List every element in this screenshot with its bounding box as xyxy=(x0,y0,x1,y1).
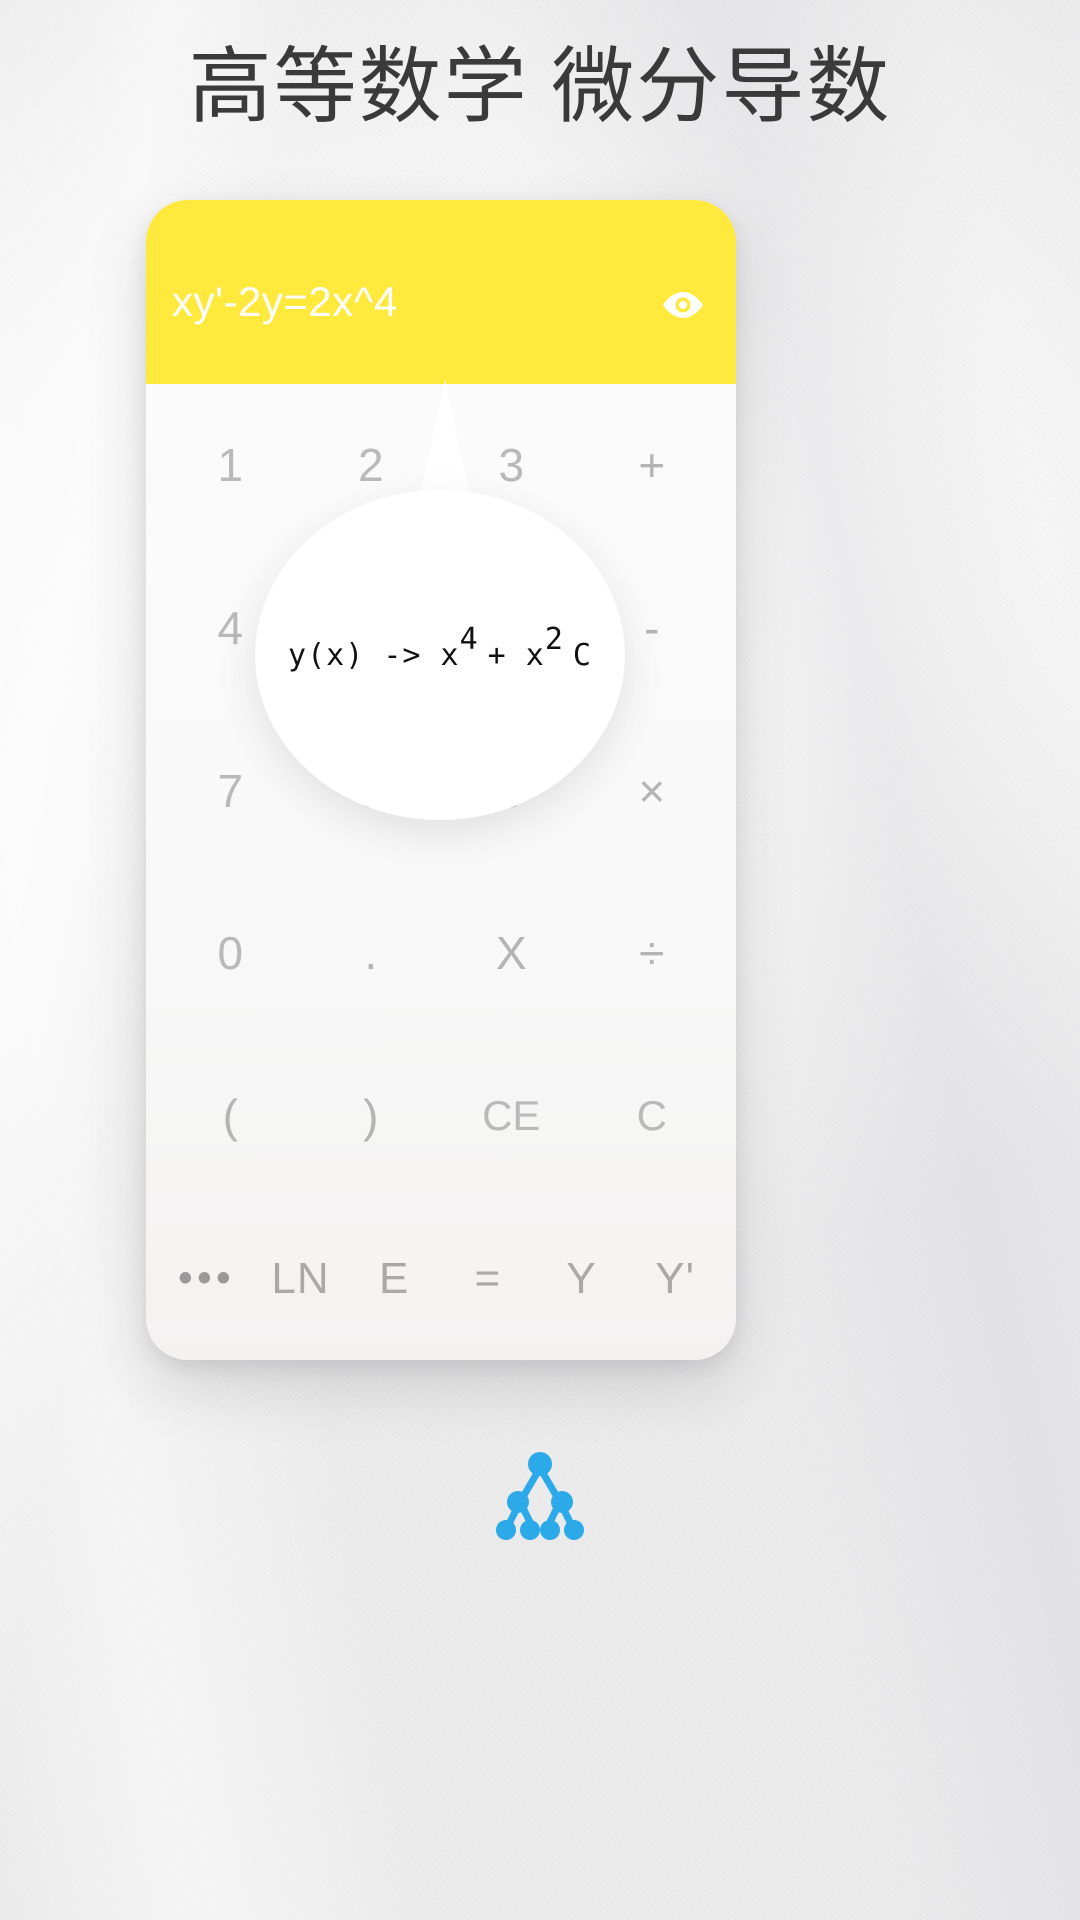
key-clear-entry[interactable]: CE xyxy=(441,1035,582,1198)
molecule-tree-logo xyxy=(480,1440,600,1550)
page-title: 高等数学 微分导数 xyxy=(188,41,892,133)
key-1[interactable]: 1 xyxy=(160,384,301,547)
key-open-paren[interactable]: ( xyxy=(160,1035,301,1198)
calculator-keypad: 1 2 3 + 4 5 6 - 7 8 9 × 0 . X ÷ ( ) CE C… xyxy=(146,384,736,1360)
key-6[interactable]: 6 xyxy=(441,547,582,710)
key-minus[interactable]: - xyxy=(582,547,723,710)
calculator-card: xy'-2y=2x^4 1 2 3 + 4 5 6 - 7 8 9 × 0 . … xyxy=(146,200,736,1360)
key-plus[interactable]: + xyxy=(582,384,723,547)
function-key-row: ••• LN E = Y Y' xyxy=(160,1197,722,1360)
equation-bar: xy'-2y=2x^4 xyxy=(146,200,736,384)
eye-icon[interactable] xyxy=(656,278,710,332)
key-variable-y[interactable]: Y xyxy=(535,1197,629,1360)
key-5[interactable]: 5 xyxy=(301,547,442,710)
key-close-paren[interactable]: ) xyxy=(301,1035,442,1198)
key-2[interactable]: 2 xyxy=(301,384,442,547)
key-variable-x[interactable]: X xyxy=(441,872,582,1035)
key-4[interactable]: 4 xyxy=(160,547,301,710)
key-e[interactable]: E xyxy=(347,1197,441,1360)
key-9[interactable]: 9 xyxy=(441,709,582,872)
key-ln[interactable]: LN xyxy=(254,1197,348,1360)
key-more-options[interactable]: ••• xyxy=(160,1197,254,1360)
equation-input[interactable]: xy'-2y=2x^4 xyxy=(172,278,656,326)
key-7[interactable]: 7 xyxy=(160,709,301,872)
key-8[interactable]: 8 xyxy=(301,709,442,872)
key-y-prime[interactable]: Y' xyxy=(628,1197,722,1360)
key-decimal[interactable]: . xyxy=(301,872,442,1035)
key-multiply[interactable]: × xyxy=(582,709,723,872)
key-clear[interactable]: C xyxy=(582,1035,723,1198)
key-3[interactable]: 3 xyxy=(441,384,582,547)
key-equals[interactable]: = xyxy=(441,1197,535,1360)
key-divide[interactable]: ÷ xyxy=(582,872,723,1035)
key-0[interactable]: 0 xyxy=(160,872,301,1035)
